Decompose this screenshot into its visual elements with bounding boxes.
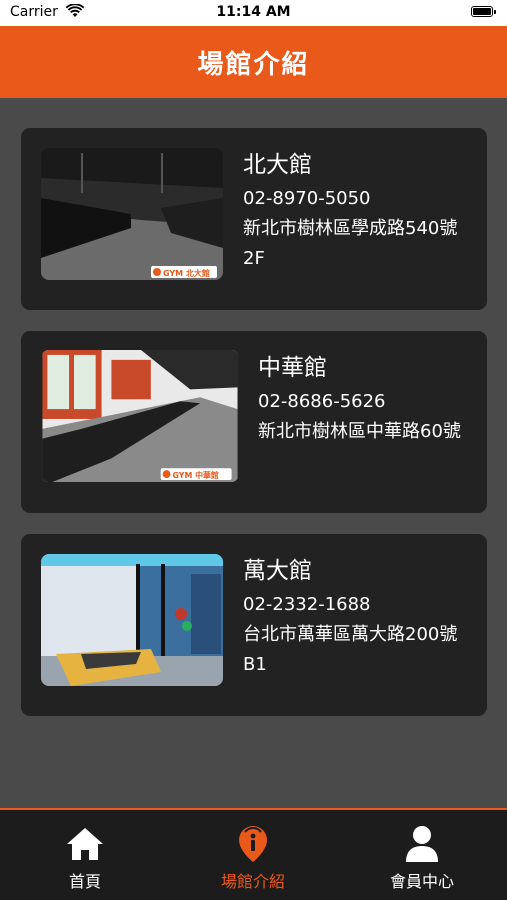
venue-photo: GYM 北大館 <box>41 148 223 280</box>
battery-icon <box>471 6 496 17</box>
tab-venues[interactable]: 場館介紹 <box>168 810 338 900</box>
person-icon <box>406 826 438 862</box>
venue-info: 北大館 02-8970-5050 新北市樹林區學成路540號2F <box>243 150 463 274</box>
venue-phone[interactable]: 02-2332-1688 <box>243 590 463 620</box>
venue-name: 中華館 <box>258 355 327 381</box>
tab-bar: 首頁 場館介紹 會員中心 <box>0 808 507 900</box>
venue-name: 萬大館 <box>243 558 312 584</box>
venue-card-wanda[interactable]: 萬大館 02-2332-1688 台北市萬華區萬大路200號B1 <box>21 534 487 716</box>
page-header: 場館介紹 <box>0 26 507 98</box>
venue-address: 新北市樹林區學成路540號2F <box>243 218 458 269</box>
tab-label: 場館介紹 <box>220 872 285 891</box>
tab-member[interactable]: 會員中心 <box>337 810 507 900</box>
venue-photo <box>41 554 223 686</box>
page-title: 場館介紹 <box>197 49 310 80</box>
venue-card-beida[interactable]: GYM 北大館 北大館 02-8970-5050 新北市樹林區學成路540號2F <box>21 128 487 310</box>
photo-badge: GYM 中華館 <box>173 470 219 480</box>
location-info-icon <box>239 826 267 862</box>
venue-card-zhonghua[interactable]: GYM 中華館 中華館 02-8686-5626 新北市樹林區中華路60號 <box>21 331 487 513</box>
venue-photo: GYM 中華館 <box>42 350 238 482</box>
tab-home[interactable]: 首頁 <box>0 810 170 900</box>
venue-address: 台北市萬華區萬大路200號B1 <box>243 624 458 675</box>
clock: 11:14 AM <box>216 4 291 20</box>
venue-name: 北大館 <box>243 152 312 178</box>
venue-phone[interactable]: 02-8970-5050 <box>243 184 463 214</box>
venue-phone[interactable]: 02-8686-5626 <box>258 387 478 417</box>
venue-info: 中華館 02-8686-5626 新北市樹林區中華路60號 <box>258 353 478 447</box>
photo-badge: GYM 北大館 <box>163 268 210 278</box>
venue-address: 新北市樹林區中華路60號 <box>258 421 461 442</box>
tab-label: 會員中心 <box>389 872 454 891</box>
tab-label: 首頁 <box>68 872 101 891</box>
home-icon <box>67 828 103 860</box>
status-bar: Carrier 11:14 AM <box>0 0 507 26</box>
venue-info: 萬大館 02-2332-1688 台北市萬華區萬大路200號B1 <box>243 556 463 680</box>
